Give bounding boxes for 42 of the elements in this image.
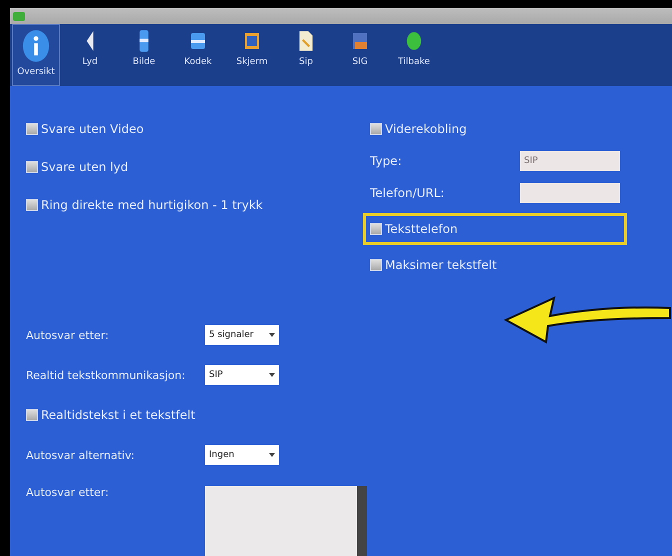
toolbar-button[interactable]: SIG [336,24,384,86]
text-area[interactable] [205,486,367,556]
checkbox-label: Svare uten Video [41,122,144,136]
document-icon [298,29,314,53]
toolbar-button[interactable]: Oversikt [12,24,60,86]
checkbox[interactable] [26,161,38,173]
checkbox[interactable] [26,123,38,135]
toolbar-button[interactable]: Skjerm [228,24,276,86]
checkbox[interactable] [26,409,38,421]
checkbox[interactable] [370,123,382,135]
info-icon [22,29,50,63]
field-label: Realtid tekstkommunikasjon: [26,368,186,382]
input-field[interactable]: SIP [520,151,620,171]
checkbox[interactable] [370,259,382,271]
toolbar-button[interactable]: Lyd [66,24,114,86]
checkbox-label: Maksimer tekstfelt [385,258,497,272]
field-label: Autosvar etter: [26,486,110,499]
checkbox-label: Teksttelefon [385,222,458,236]
dropdown[interactable]: 5 signaler [205,325,279,345]
caret-icon [269,453,275,457]
field-label: Type: [370,154,403,168]
scrollbar[interactable] [357,486,367,556]
caret-icon [269,373,275,377]
circle-icon [406,29,422,53]
checkbox-label: Realtidstekst i et tekstfelt [41,408,196,422]
toolbar-button[interactable]: Sip [282,24,330,86]
caret-icon [269,333,275,337]
checkbox[interactable] [370,223,382,235]
dropdown[interactable]: Ingen [205,445,279,465]
input-field[interactable] [520,183,620,203]
field-label: Autosvar alternativ: [26,448,136,462]
toolbar-button[interactable]: Bilde [120,24,168,86]
checkbox-label: Svare uten lyd [41,160,128,174]
field-label: Autosvar etter: [26,328,110,342]
dropdown[interactable]: SIP [205,365,279,385]
field-label: Telefon/URL: [370,186,446,200]
checkbox-label: Ring direkte med hurtigikon - 1 trykk [41,198,263,212]
toolbar-button[interactable]: Kodek [174,24,222,86]
checkbox[interactable] [26,199,38,211]
app-icon [12,10,26,22]
checkbox-label: Viderekobling [385,122,467,136]
toolbar-button[interactable]: Tilbake [390,24,438,86]
